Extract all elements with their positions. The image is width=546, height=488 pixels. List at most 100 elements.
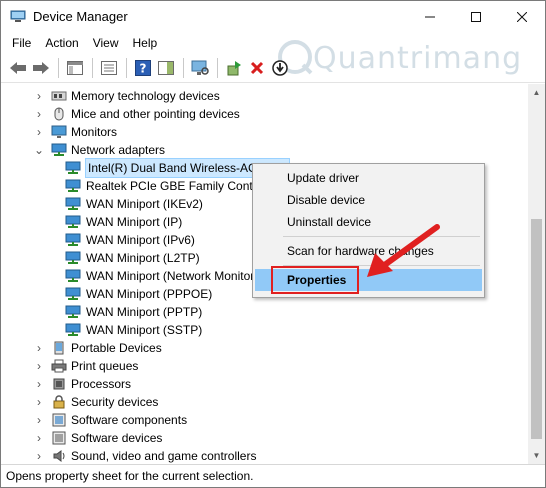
toolbar-separator (126, 58, 127, 78)
forward-arrow-icon (33, 62, 49, 74)
properties-sheet-button[interactable] (98, 57, 120, 79)
scan-hardware-icon (191, 60, 209, 75)
menu-file[interactable]: File (5, 32, 38, 54)
printer-icon (51, 359, 67, 373)
tree-node-portable-devices[interactable]: › Portable Devices (33, 339, 162, 357)
menu-item-disable-device[interactable]: Disable device (255, 189, 482, 211)
toolbar-separator (183, 58, 184, 78)
tree-node-label: WAN Miniport (IPv6) (86, 233, 195, 247)
action-pane-icon (158, 61, 174, 75)
tree-node-memory-technology-devices[interactable]: › Memory technology devices (33, 87, 220, 105)
show-hide-console-tree-icon (67, 61, 83, 75)
tree-node-label: WAN Miniport (IKEv2) (86, 197, 203, 211)
toolbar-separator (217, 58, 218, 78)
tree-node-wan-ikev2[interactable]: WAN Miniport (IKEv2) (65, 195, 203, 213)
toolbar: ? (1, 54, 545, 83)
menu-action[interactable]: Action (38, 32, 85, 54)
chevron-down-icon[interactable]: ⌄ (33, 141, 45, 159)
tree-node-wan-pptp[interactable]: WAN Miniport (PPTP) (65, 303, 202, 321)
network-adapter-icon (65, 215, 81, 228)
network-adapter-icon (51, 143, 67, 156)
scroll-down-arrow-icon[interactable]: ▼ (528, 447, 545, 464)
network-adapter-icon (65, 269, 81, 282)
tree-node-wan-l2tp[interactable]: WAN Miniport (L2TP) (65, 249, 200, 267)
mouse-icon (54, 107, 64, 121)
back-button[interactable] (7, 57, 29, 79)
chevron-right-icon[interactable]: › (33, 105, 45, 123)
device-manager-app-icon (10, 10, 26, 22)
tree-node-network-adapters[interactable]: ⌄ Network adapters (33, 141, 165, 159)
chevron-right-icon[interactable]: › (33, 357, 45, 375)
tree-node-wan-sstp[interactable]: WAN Miniport (SSTP) (65, 321, 202, 339)
tree-node-label: Mice and other pointing devices (71, 107, 240, 121)
tree-node-processors[interactable]: › Processors (33, 375, 131, 393)
tree-node-mice[interactable]: › Mice and other pointing devices (33, 105, 240, 123)
network-adapter-icon (65, 197, 81, 210)
network-adapter-icon (65, 251, 81, 264)
tree-node-label: Processors (71, 377, 132, 391)
maximize-button[interactable] (453, 1, 499, 32)
device-manager-window: Device Manager Quantrimang File Action V… (0, 0, 546, 488)
tree-node-monitors[interactable]: › Monitors (33, 123, 117, 141)
tree-node-label: Software components (71, 413, 188, 427)
security-device-icon (53, 395, 65, 409)
minimize-icon (425, 16, 435, 17)
menu-view[interactable]: View (86, 32, 126, 54)
menu-item-update-driver[interactable]: Update driver (255, 167, 482, 189)
menu-help[interactable]: Help (126, 32, 165, 54)
software-device-icon (52, 431, 66, 445)
action-pane-button[interactable] (155, 57, 177, 79)
network-adapter-icon (65, 179, 81, 192)
close-icon (517, 11, 527, 22)
tree-node-software-components[interactable]: › Software components (33, 411, 187, 429)
tree-node-label: Software devices (71, 431, 163, 445)
back-arrow-icon (10, 62, 26, 74)
menu-bar: File Action View Help (1, 32, 545, 54)
tree-node-wan-network-monitor[interactable]: WAN Miniport (Network Monitor) (65, 267, 258, 285)
uninstall-device-button[interactable] (246, 57, 268, 79)
scroll-up-arrow-icon[interactable]: ▲ (528, 84, 545, 101)
chevron-right-icon[interactable]: › (33, 393, 45, 411)
tree-node-sound-video-game[interactable]: › Sound, video and game controllers (33, 447, 256, 464)
close-button[interactable] (499, 1, 545, 32)
show-hide-console-tree-button[interactable] (64, 57, 86, 79)
scrollbar-thumb[interactable] (531, 219, 542, 439)
tree-node-wan-ipv6[interactable]: WAN Miniport (IPv6) (65, 231, 195, 249)
software-component-icon (52, 413, 66, 427)
annotation-arrow-icon (367, 224, 440, 277)
properties-highlight-box (271, 266, 359, 294)
vertical-scrollbar[interactable]: ▲ ▼ (528, 84, 545, 464)
tree-node-wan-ip[interactable]: WAN Miniport (IP) (65, 213, 182, 231)
help-icon: ? (135, 60, 151, 76)
sound-icon (53, 450, 65, 462)
tree-node-security-devices[interactable]: › Security devices (33, 393, 158, 411)
chevron-right-icon[interactable]: › (33, 429, 45, 447)
tree-node-label: WAN Miniport (L2TP) (86, 251, 200, 265)
update-driver-button[interactable] (223, 57, 245, 79)
tree-node-software-devices[interactable]: › Software devices (33, 429, 162, 447)
download-driver-icon (272, 60, 288, 76)
help-button[interactable]: ? (132, 57, 154, 79)
chevron-right-icon[interactable]: › (33, 375, 45, 393)
toolbar-separator (58, 58, 59, 78)
chevron-right-icon[interactable]: › (33, 123, 45, 141)
tree-node-label: Network adapters (71, 143, 166, 157)
chevron-right-icon[interactable]: › (33, 339, 45, 357)
network-adapter-icon (65, 287, 81, 300)
tree-node-realtek[interactable]: Realtek PCIe GBE Family Controller (65, 177, 279, 195)
tree-node-wan-pppoe[interactable]: WAN Miniport (PPPOE) (65, 285, 212, 303)
update-driver-icon (227, 61, 241, 76)
title-bar: Device Manager (1, 1, 545, 32)
network-adapter-icon (65, 161, 81, 174)
scan-hardware-button[interactable] (189, 57, 211, 79)
tree-node-print-queues[interactable]: › Print queues (33, 357, 138, 375)
chevron-right-icon[interactable]: › (33, 411, 45, 429)
chevron-right-icon[interactable]: › (33, 447, 45, 464)
network-adapter-icon (65, 233, 81, 246)
chevron-right-icon[interactable]: › (33, 87, 45, 105)
minimize-button[interactable] (407, 1, 453, 32)
network-adapter-icon (65, 305, 81, 318)
download-driver-button[interactable] (269, 57, 291, 79)
forward-button[interactable] (30, 57, 52, 79)
tree-node-label: Memory technology devices (71, 89, 220, 103)
